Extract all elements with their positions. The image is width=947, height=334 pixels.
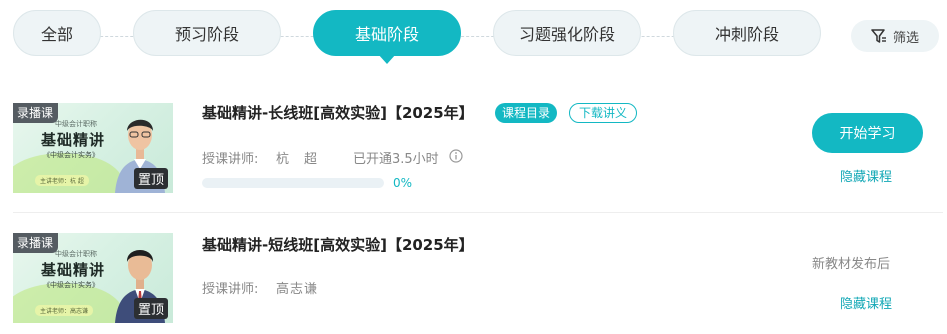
tab-sprint-stage[interactable]: 冲刺阶段 [673,10,821,56]
tab-all[interactable]: 全部 [13,10,101,56]
progress-bar [202,178,384,188]
info-icon[interactable] [449,149,463,163]
recorded-tag: 录播课 [13,233,59,253]
recorded-tag: 录播课 [13,103,59,123]
pin-top-badge[interactable]: 置顶 [133,168,168,189]
start-learning-button[interactable]: 开始学习 [812,113,923,153]
thumbnail-subtitle: 中级会计职称 [55,250,97,258]
course-thumbnail[interactable]: 录播课 中级会计职称 基础精讲 《中级会计实务》 主讲老师：高志谦 置顶 [13,233,173,323]
course-title[interactable]: 基础精讲-短线班[高效实验]【2025年】 [202,235,474,255]
teacher-label: 授课讲师: [202,282,259,297]
course-card: 录播课 中级会计职称 基础精讲 《中级会计实务》 主讲老师：杭 超 置顶 基础精… [0,103,947,213]
teacher-label: 授课讲师: [202,152,259,167]
pin-top-badge[interactable]: 置顶 [133,298,168,319]
tab-preview-stage[interactable]: 预习阶段 [133,10,281,56]
download-handout-button[interactable]: 下载讲义 [569,103,638,123]
filter-label: 筛选 [892,30,919,46]
course-card: 录播课 中级会计职称 基础精讲 《中级会计实务》 主讲老师：高志谦 置顶 基础精… [0,233,947,334]
thumbnail-subtitle: 中级会计职称 [55,120,97,128]
course-divider [13,212,943,213]
thumbnail-headline: 基础精讲 [41,131,106,149]
course-thumbnail[interactable]: 录播课 中级会计职称 基础精讲 《中级会计实务》 主讲老师：杭 超 置顶 [13,103,173,193]
thumbnail-book: 《中级会计实务》 [43,281,99,289]
teacher-name: 杭 超 [276,152,319,167]
hide-course-link[interactable]: 隐藏课程 [840,166,892,185]
thumbnail-teacher: 主讲老师：杭 超 [35,175,89,186]
filter-button[interactable]: 筛选 [851,20,939,52]
course-title[interactable]: 基础精讲-长线班[高效实验]【2025年】 [202,103,474,123]
pending-status: 新教材发布后 [812,257,891,272]
hide-course-link[interactable]: 隐藏课程 [840,293,892,312]
tab-exercise-stage[interactable]: 习题强化阶段 [493,10,641,56]
tab-basic-stage[interactable]: 基础阶段 [313,10,461,64]
opened-duration: 已开通3.5小时 [353,152,439,167]
thumbnail-headline: 基础精讲 [41,261,106,279]
progress-percent: 0% [393,176,413,190]
thumbnail-teacher: 主讲老师：高志谦 [35,305,94,316]
stage-tab-bar: 全部 预习阶段 基础阶段 习题强化阶段 冲刺阶段 筛选 [0,0,947,66]
filter-icon [871,28,887,44]
thumbnail-book: 《中级会计实务》 [43,151,99,159]
teacher-name: 高志谦 [276,282,319,297]
course-catalog-button[interactable]: 课程目录 [495,103,558,123]
